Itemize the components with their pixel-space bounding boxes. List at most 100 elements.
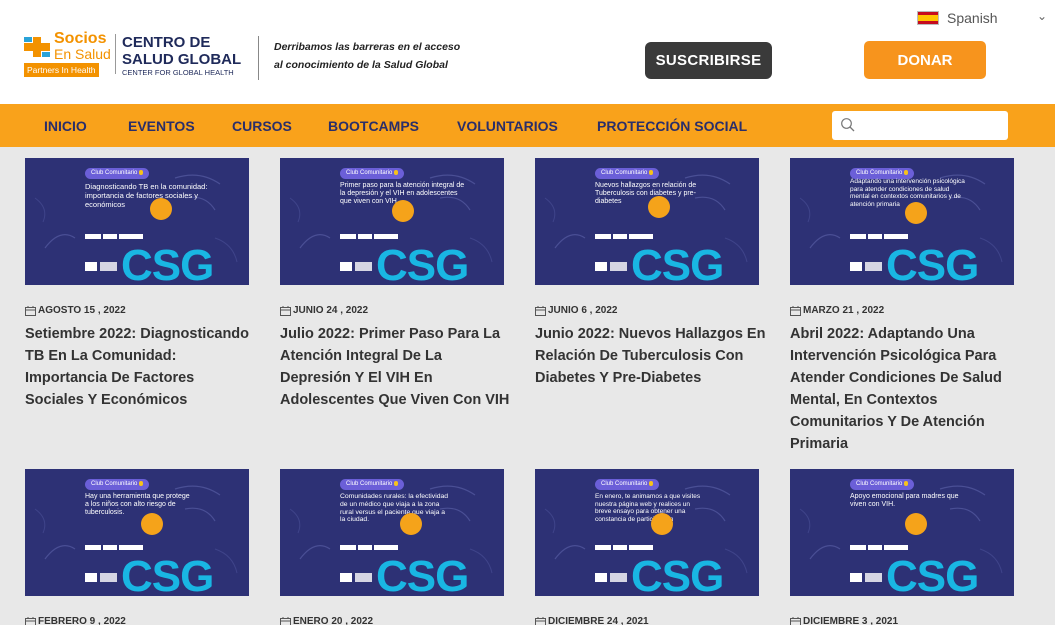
spain-flag-icon (917, 11, 939, 25)
club-comunitario-badge: Club Comunitario (595, 479, 660, 491)
post-thumbnail[interactable]: Club Comunitario Hay una herramienta que… (25, 469, 249, 596)
brand-en-salud[interactable]: En Salud (54, 47, 111, 61)
orange-circle-decoration (141, 513, 163, 535)
post-date-label: FEBRERO 9 , 2022 (38, 616, 126, 625)
post-date: DICIEMBRE 24 , 2021 (535, 616, 649, 625)
club-comunitario-badge: Club Comunitario (850, 479, 915, 491)
partner-logos-icon (340, 262, 372, 271)
event-info-strip (85, 545, 143, 550)
tagline-divider (258, 36, 259, 80)
partner-logos-icon (595, 573, 627, 582)
thumbnail-caption: Hay una herramienta que protege a los ni… (85, 493, 190, 516)
post-date-label: ENERO 20 , 2022 (293, 616, 374, 625)
partner-logos-icon (85, 262, 117, 271)
brand-centro-line1[interactable]: CENTRO DE (122, 34, 210, 51)
orange-circle-decoration (392, 200, 414, 222)
post-date-label: JUNIO 6 , 2022 (548, 305, 618, 316)
brand-partners-in-health[interactable]: Partners In Health (24, 63, 99, 77)
partner-logos-icon (850, 573, 882, 582)
orange-circle-decoration (150, 198, 172, 220)
club-comunitario-badge: Club Comunitario (595, 168, 660, 180)
orange-circle-decoration (648, 196, 670, 218)
post-date: FEBRERO 9 , 2022 (25, 616, 126, 625)
club-comunitario-badge: Club Comunitario (340, 168, 405, 180)
csg-logo: CSG (376, 241, 469, 286)
partner-logos-icon (85, 573, 117, 582)
post-date-label: AGOSTO 15 , 2022 (38, 305, 126, 316)
thumbnail-caption: Comunidades rurales: la efectividad de u… (340, 493, 449, 524)
site-header: Spanish ⌄ Socios En Salud Partners In He… (0, 0, 1055, 104)
calendar-icon (790, 616, 801, 625)
post-thumbnail[interactable]: Club Comunitario Adaptando una intervenc… (790, 158, 1014, 285)
csg-logo: CSG (376, 552, 469, 597)
post-date-label: DICIEMBRE 3 , 2021 (803, 616, 899, 625)
socios-logo-icon[interactable] (24, 37, 50, 57)
post-date: AGOSTO 15 , 2022 (25, 305, 126, 316)
thumbnail-caption: Apoyo emocional para madres que viven co… (850, 493, 959, 508)
post-date: DICIEMBRE 3 , 2021 (790, 616, 898, 625)
post-thumbnail[interactable]: Club Comunitario Primer paso para la ate… (280, 158, 504, 285)
brand-centro-line3[interactable]: CENTER FOR GLOBAL HEALTH (122, 68, 234, 77)
logo-divider (115, 34, 116, 74)
orange-circle-decoration (905, 202, 927, 224)
donate-button[interactable]: DONAR (864, 41, 986, 79)
calendar-icon (790, 305, 801, 316)
chevron-down-icon: ⌄ (1036, 9, 1047, 23)
csg-logo: CSG (631, 241, 724, 286)
nav-item-voluntarios[interactable]: VOLUNTARIOS (457, 118, 558, 134)
orange-circle-decoration (905, 513, 927, 535)
calendar-icon (280, 305, 291, 316)
post-thumbnail[interactable]: Club Comunitario Comunidades rurales: la… (280, 469, 504, 596)
language-selector[interactable]: Spanish ⌄ (913, 6, 1053, 30)
subscribe-button[interactable]: SUSCRIBIRSE (645, 42, 772, 79)
club-comunitario-badge: Club Comunitario (85, 168, 150, 180)
csg-logo: CSG (121, 552, 214, 597)
calendar-icon (280, 616, 291, 625)
calendar-icon (535, 616, 546, 625)
search-icon[interactable] (840, 117, 856, 133)
csg-logo: CSG (886, 552, 979, 597)
event-info-strip (595, 545, 653, 550)
post-thumbnail[interactable]: Club Comunitario En enero, te animamos a… (535, 469, 759, 596)
orange-circle-decoration (400, 513, 422, 535)
brand-socios[interactable]: Socios (54, 31, 106, 47)
tagline-line2: al conocimiento de la Salud Global (274, 59, 448, 71)
partner-logos-icon (340, 573, 372, 582)
post-date: ENERO 20 , 2022 (280, 616, 373, 625)
search-input[interactable] (832, 111, 1008, 140)
nav-item-bootcamps[interactable]: BOOTCAMPS (328, 118, 419, 134)
language-label: Spanish (947, 10, 998, 26)
post-title[interactable]: Setiembre 2022: Diagnosticando TB En La … (25, 323, 257, 411)
post-date-label: JUNIO 24 , 2022 (293, 305, 369, 316)
post-date-label: MARZO 21 , 2022 (803, 305, 885, 316)
post-thumbnail[interactable]: Club Comunitario Nuevos hallazgos en rel… (535, 158, 759, 285)
post-thumbnail[interactable]: Club Comunitario Diagnosticando TB en la… (25, 158, 249, 285)
post-date: JUNIO 24 , 2022 (280, 305, 368, 316)
club-comunitario-badge: Club Comunitario (340, 479, 405, 491)
nav-item-inicio[interactable]: INICIO (44, 118, 87, 134)
brand-centro-line2[interactable]: SALUD GLOBAL (122, 51, 241, 68)
post-thumbnail[interactable]: Club Comunitario Apoyo emocional para ma… (790, 469, 1014, 596)
csg-logo: CSG (121, 241, 214, 286)
post-title[interactable]: Julio 2022: Primer Paso Para La Atención… (280, 323, 512, 411)
event-info-strip (340, 234, 398, 239)
calendar-icon (25, 305, 36, 316)
post-date: MARZO 21 , 2022 (790, 305, 884, 316)
orange-circle-decoration (651, 513, 673, 535)
event-info-strip (850, 545, 908, 550)
post-date-label: DICIEMBRE 24 , 2021 (548, 616, 649, 625)
partner-logos-icon (850, 262, 882, 271)
post-title[interactable]: Junio 2022: Nuevos Hallazgos En Relación… (535, 323, 767, 389)
main-nav: INICIO EVENTOS CURSOS BOOTCAMPS VOLUNTAR… (0, 104, 1055, 147)
tagline-line1: Derribamos las barreras en el acceso (274, 41, 461, 53)
post-date: JUNIO 6 , 2022 (535, 305, 617, 316)
calendar-icon (25, 616, 36, 625)
event-info-strip (595, 234, 653, 239)
event-info-strip (340, 545, 398, 550)
post-title[interactable]: Abril 2022: Adaptando Una Intervención P… (790, 323, 1022, 455)
event-info-strip (850, 234, 908, 239)
nav-item-cursos[interactable]: CURSOS (232, 118, 292, 134)
nav-item-proteccion-social[interactable]: PROTECCIÓN SOCIAL (597, 118, 747, 134)
event-info-strip (85, 234, 143, 239)
nav-item-eventos[interactable]: EVENTOS (128, 118, 195, 134)
